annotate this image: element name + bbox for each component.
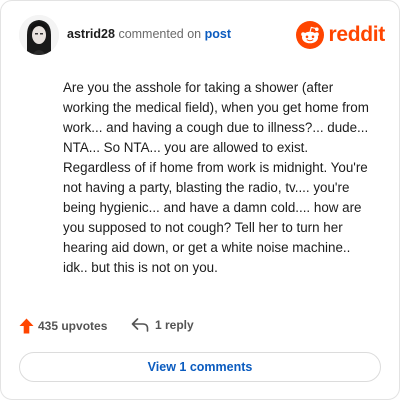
username-link[interactable]: astrid28 [67,27,115,41]
view-comments-button[interactable]: View 1 comments [19,352,381,382]
reddit-logo[interactable]: reddit [296,20,385,50]
comment-actions: 435 upvotes 1 reply [19,318,379,338]
comment-card: astrid28 commented on post reddit Are yo… [0,0,400,400]
reddit-wordmark: reddit [328,23,385,46]
post-link[interactable]: post [205,27,231,41]
avatar-image [19,15,59,55]
upvote-button[interactable]: 435 upvotes [19,318,107,334]
reply-count: 1 reply [155,318,194,332]
avatar[interactable] [19,15,59,55]
upvote-count: 435 upvotes [38,319,108,333]
reddit-logo-icon [296,21,325,49]
comment-header: astrid28 commented on post reddit [19,15,385,55]
comment-body: Are you the asshole for taking a shower … [63,80,369,275]
byline: astrid28 commented on post [67,27,231,41]
reply-arrow-icon [131,318,149,332]
upvote-arrow-icon [19,318,34,334]
reply-button[interactable]: 1 reply [131,318,194,332]
byline-action-text: commented on [118,27,202,41]
